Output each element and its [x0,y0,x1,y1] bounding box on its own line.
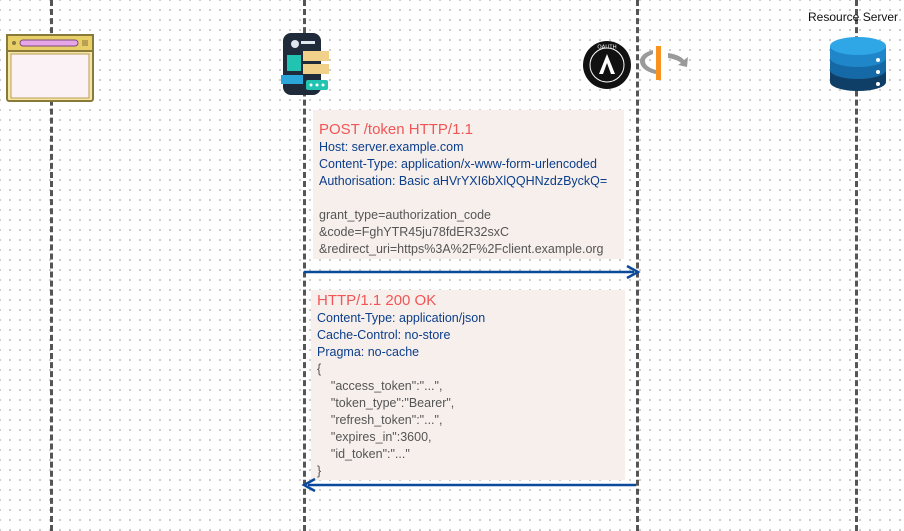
request-arrow [304,264,641,280]
response-arrow [301,477,636,493]
message-arrows [301,264,641,493]
